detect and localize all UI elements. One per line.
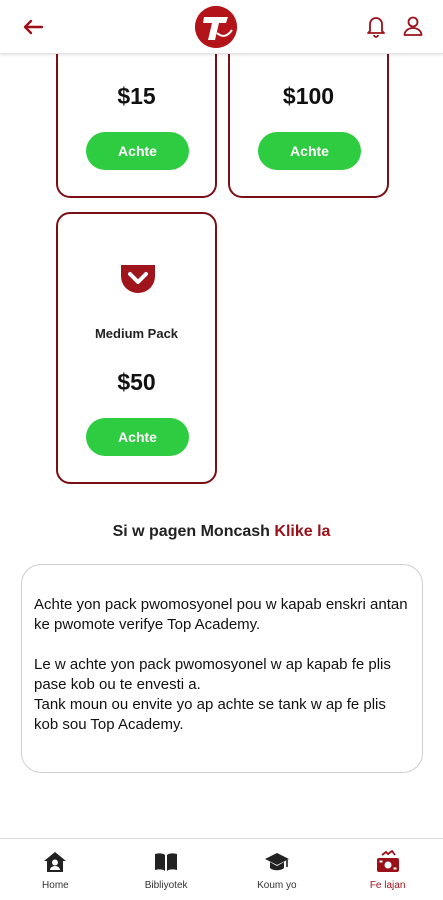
app-logo[interactable] xyxy=(195,6,237,48)
notification-bell-icon[interactable] xyxy=(365,14,387,38)
nav-item-home[interactable]: Home xyxy=(0,839,111,900)
info-paragraph: Achte yon pack pwomosyonel pou w kapab e… xyxy=(34,596,408,633)
money-icon xyxy=(376,850,399,872)
nav-label: Fe lajan xyxy=(369,880,406,891)
back-arrow-icon[interactable] xyxy=(18,12,48,42)
nav-label: Home xyxy=(42,880,69,891)
user-profile-icon[interactable] xyxy=(402,14,424,38)
info-paragraph: Tank moun ou envite yo ap achte se tank … xyxy=(34,696,386,733)
pack-card: $100 Achte xyxy=(228,30,389,198)
moncash-prompt: Si w pagen Moncash Klike la xyxy=(0,523,443,541)
pack-price: $15 xyxy=(117,83,156,109)
buy-button[interactable]: Achte xyxy=(86,418,189,456)
info-paragraph: Le w achte yon pack pwomosyonel w ap kap… xyxy=(34,656,391,693)
nav-label: Bibliyotek xyxy=(144,880,188,891)
bottom-navigation: Home Bibliyotek Koum yo Fe lajan xyxy=(0,838,443,900)
nav-item-koum-yo[interactable]: Koum yo xyxy=(222,839,333,900)
nav-label: Koum yo xyxy=(257,880,297,891)
nav-item-fe-lajan[interactable]: Fe lajan xyxy=(332,839,443,900)
top-app-bar xyxy=(0,0,443,54)
moncash-link[interactable]: Klike la xyxy=(274,523,330,540)
pack-price: $100 xyxy=(282,83,335,109)
moncash-text: Si w pagen Moncash xyxy=(112,523,270,540)
pack-name: Medium Pack xyxy=(94,326,179,341)
book-icon xyxy=(155,853,178,871)
pocket-icon xyxy=(118,262,158,296)
buy-button[interactable]: Achte xyxy=(258,132,361,170)
info-box: Achte yon pack pwomosyonel pou w kapab e… xyxy=(21,564,423,773)
pack-card: $15 Achte xyxy=(56,30,217,198)
pack-price: $50 xyxy=(117,369,156,395)
home-icon xyxy=(44,852,67,872)
pack-card-medium: Medium Pack $50 Achte xyxy=(56,212,217,484)
buy-button[interactable]: Achte xyxy=(86,132,189,170)
nav-item-bibliyotek[interactable]: Bibliyotek xyxy=(111,839,222,900)
graduation-cap-icon xyxy=(264,853,289,871)
